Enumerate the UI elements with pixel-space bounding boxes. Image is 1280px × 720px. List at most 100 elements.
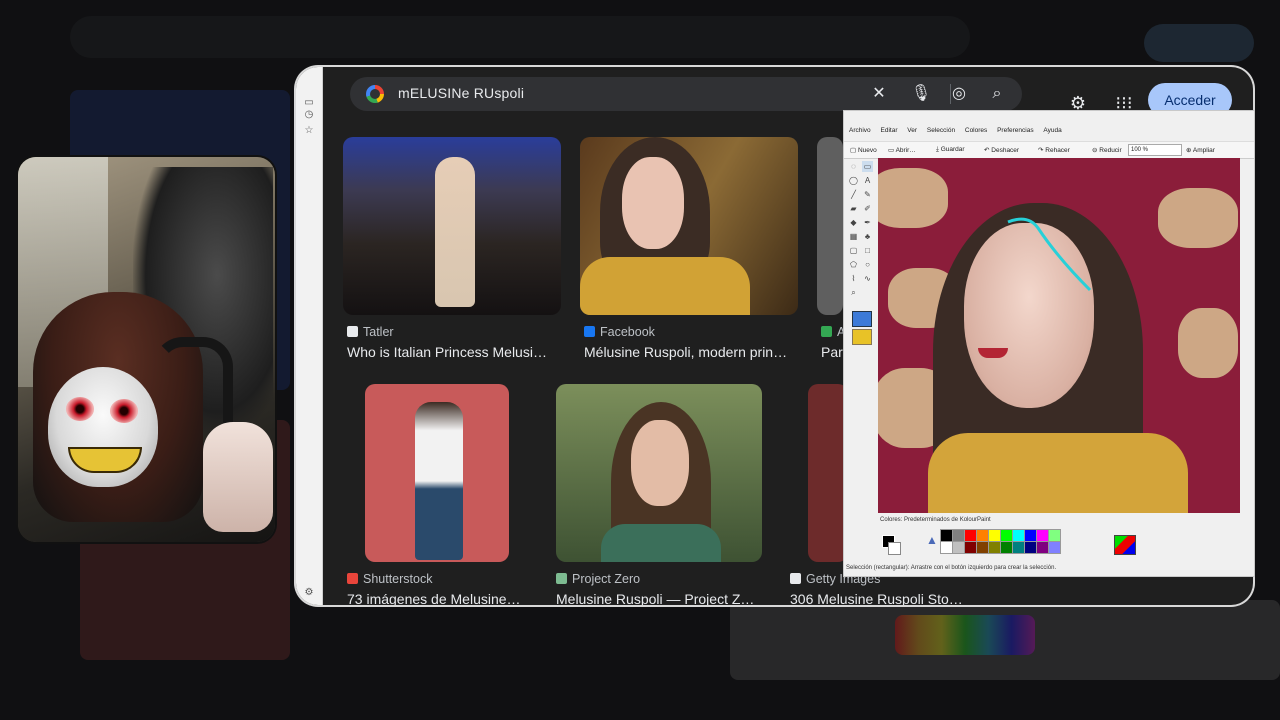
result-thumbnail[interactable] [556,384,762,562]
result-thumbnail[interactable] [808,384,848,562]
source-favicon-icon [821,326,832,337]
menu-preferencias[interactable]: Preferencias [997,127,1034,134]
ellipse-icon[interactable]: ○ [862,259,873,270]
google-logo-icon[interactable] [366,85,384,103]
lasso-select-icon[interactable]: ◌ [848,161,859,172]
background-palette-blur [895,615,1035,655]
fill-icon[interactable]: ◆ [848,217,859,228]
selection-mode-transparent-icon[interactable] [852,329,872,345]
status-bar: Selección (rectangular): Arrastre con el… [846,565,1057,571]
search-bar[interactable]: mELUSINe RUspoli ✕ 🎙 ◎ ⌕ [350,77,1022,111]
polygon-icon[interactable]: ⬠ [848,259,859,270]
image-result[interactable]: Tatler Who is Italian Princess Melusi… [343,137,561,367]
color-cube-icon[interactable] [1114,535,1136,555]
settings-icon[interactable]: ⚙ [303,587,315,599]
menu-ayuda[interactable]: Ayuda [1043,127,1061,134]
menu-seleccion[interactable]: Selección [927,127,955,134]
woman-sweater [580,257,750,315]
reading-list-icon[interactable]: ▭ [303,97,315,109]
shrink-label: Reducir [1099,147,1122,154]
result-title[interactable]: 73 imágenes de Melusine… [347,591,557,605]
image-result[interactable]: Facebook Mélusine Ruspoli, modern prin… [580,137,798,367]
menu-archivo[interactable]: Archivo [849,127,871,134]
zoom-select[interactable]: 100 % [1128,144,1182,156]
streamer-hand [203,422,273,532]
menu-editar[interactable]: Editar [881,127,898,134]
image-result[interactable]: Shutterstock 73 imágenes de Melusine… [343,384,561,605]
result-thumbnail[interactable] [817,137,843,315]
line-tool-icon[interactable]: ╱ [848,189,859,200]
facebook-favicon-icon [584,326,595,337]
result-source-label: Facebook [600,325,655,339]
foreground-background-color-icon[interactable] [882,535,901,555]
webcam-overlay [18,157,275,542]
result-thumbnail[interactable] [343,137,561,315]
result-source-label: Tatler [363,325,394,339]
paint-toolbar: ▢ Nuevo ▭ Abrir… ⤓ Guardar ↶ Deshacer ↷ … [844,141,1254,159]
curve-icon[interactable]: ∿ [862,273,873,284]
selection-mode-opaque-icon[interactable] [852,311,872,327]
menu-ver[interactable]: Ver [907,127,917,134]
palette-label: Colores: Predeterminados de KolourPaint [880,517,991,523]
result-thumbnail[interactable] [365,384,509,562]
background-button [1144,24,1254,62]
result-title[interactable]: Who is Italian Princess Melusi… [347,344,557,360]
color-similarity-icon[interactable]: ▲ [926,533,940,547]
bookmark-star-icon[interactable]: ☆ [303,125,315,137]
result-source: Facebook [584,325,655,339]
paint-tool-box: ◌ ▭ ◯ A ╱ ✎ ▰ ✐ ◆ ✒ ▦ ♣ ▢ □ ⬠ ○ ⌇ ∿ ⌕ [846,161,876,345]
paint-canvas[interactable] [878,158,1240,513]
brush-icon[interactable]: ✐ [862,203,873,214]
result-source: Project Zero [556,572,640,586]
eraser-icon[interactable]: ▰ [848,203,859,214]
result-source: Tatler [347,325,394,339]
result-title[interactable]: Mélusine Ruspoli, modern prin… [584,344,794,360]
menu-colores[interactable]: Colores [965,127,987,134]
mask-eye-right [110,399,138,423]
enlarge-label: Ampliar [1192,147,1215,154]
tatler-favicon-icon [347,326,358,337]
polyline-icon[interactable]: ⌇ [848,273,859,284]
new-button[interactable]: ▢ Nuevo [850,146,877,154]
save-button[interactable]: ⤓ Guardar [936,146,965,154]
history-icon[interactable]: ◷ [303,109,315,121]
woman-face [622,157,684,249]
result-title[interactable]: Melusine Ruspoli — Project Z… [556,591,766,605]
woman-shirt [601,524,721,562]
redo-button[interactable]: ↷ Rehacer [1038,146,1070,154]
open-button[interactable]: ▭ Abrir… [888,146,916,154]
rect-select-icon[interactable]: ▭ [862,161,873,172]
spray-icon[interactable]: ▦ [848,231,859,242]
rounded-rect-icon[interactable]: ▢ [848,245,859,256]
text-tool-icon[interactable]: A [862,175,873,186]
search-input[interactable]: mELUSINe RUspoli [398,85,524,101]
paint-menu-bar: Archivo Editar Ver Selección Colores Pre… [844,127,1254,139]
shrink-button[interactable]: ⊖ Reducir [1092,146,1122,154]
picker-icon[interactable]: ✒ [862,217,873,228]
result-title[interactable]: 306 Melusine Ruspoli Sto… [790,591,1000,605]
open-label: Abrir… [895,147,916,154]
microphone-icon[interactable]: 🎙 [910,83,932,105]
zoom-tool-icon[interactable]: ⌕ [848,287,859,298]
undo-label: Deshacer [991,147,1020,154]
project-zero-favicon-icon [556,573,567,584]
bucket-icon[interactable]: ♣ [862,231,873,242]
browser-side-rail: ▭ ◷ ☆ ⚙ [296,67,323,605]
rectangle-icon[interactable]: □ [862,245,873,256]
undo-button[interactable]: ↶ Deshacer [984,146,1019,154]
ellipse-select-icon[interactable]: ◯ [848,175,859,186]
result-thumbnail[interactable] [580,137,798,315]
background-color[interactable] [888,542,901,555]
pen-tool-icon[interactable]: ✎ [862,189,873,200]
new-label: Nuevo [857,147,877,154]
clear-search-icon[interactable]: ✕ [868,83,890,105]
result-source: Shutterstock [347,572,432,586]
lens-camera-icon[interactable]: ◎ [948,83,970,105]
search-icon[interactable]: ⌕ [986,83,1008,105]
image-result[interactable]: Project Zero Melusine Ruspoli — Project … [552,384,770,605]
dress-figure [435,157,475,307]
woman-face [631,420,689,506]
woman-figure [415,402,463,560]
enlarge-button[interactable]: ⊕ Ampliar [1186,146,1215,154]
palette-swatch[interactable] [1048,541,1061,554]
